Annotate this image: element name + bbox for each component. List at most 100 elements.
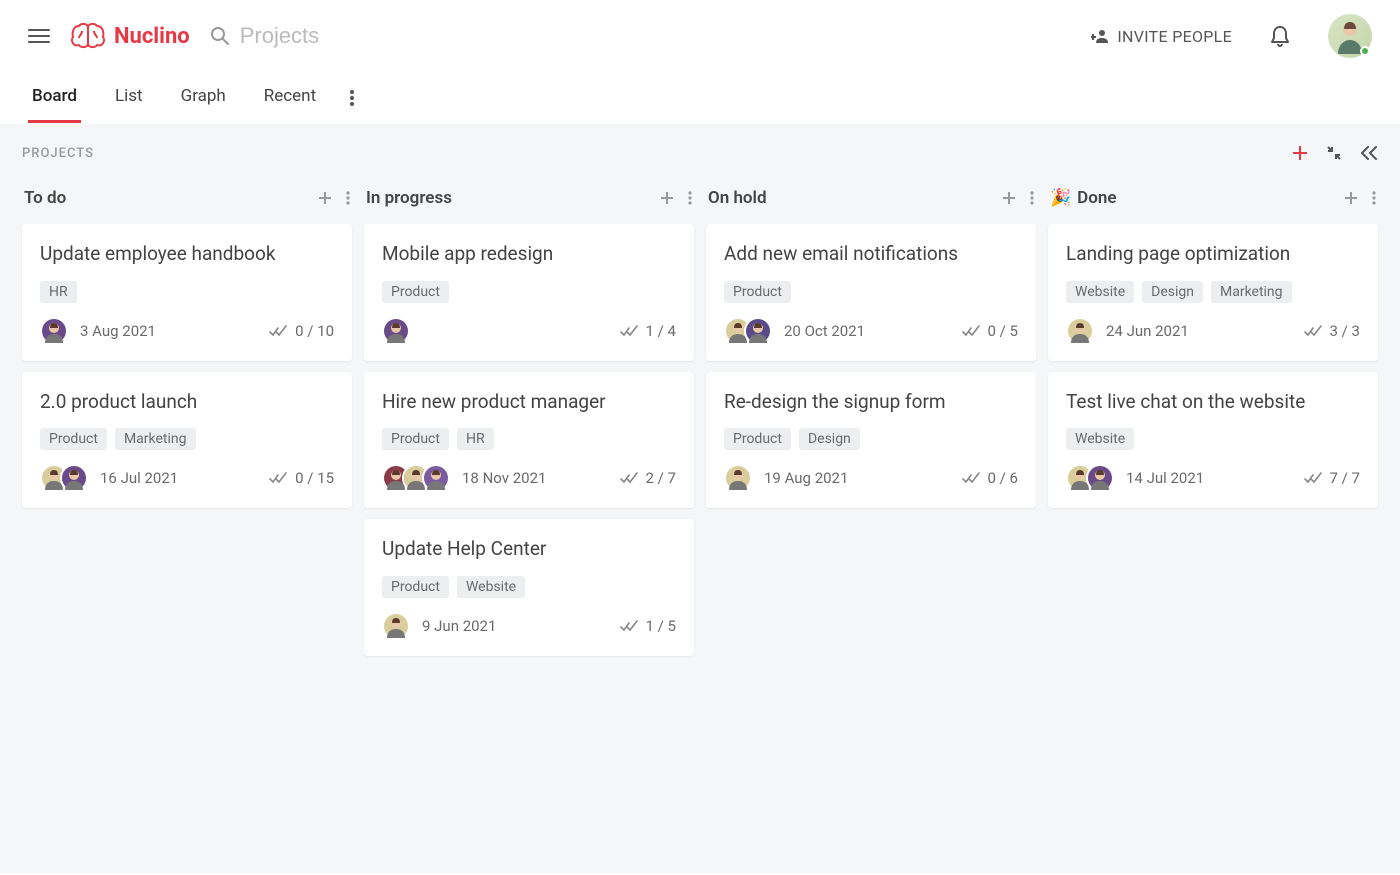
search-icon	[210, 26, 230, 46]
card[interactable]: Hire new product manager ProductHR 18 No…	[364, 372, 694, 509]
column-emoji-icon: 🎉	[1050, 188, 1071, 208]
progress-text: 7 / 7	[1330, 469, 1361, 487]
checklist-icon	[620, 472, 638, 484]
tab-list[interactable]: List	[111, 72, 147, 123]
card[interactable]: Re-design the signup form ProductDesign …	[706, 372, 1036, 509]
tab-graph[interactable]: Graph	[177, 72, 230, 123]
checklist-icon	[620, 620, 638, 632]
avatar	[40, 317, 68, 345]
column-actions	[660, 191, 692, 205]
tab-more-icon[interactable]	[350, 90, 354, 106]
card-date: 24 Jun 2021	[1106, 322, 1189, 340]
avatar	[382, 317, 410, 345]
checklist-icon	[1304, 325, 1322, 337]
column-actions	[318, 191, 350, 205]
tag: HR	[457, 428, 494, 450]
tag: Product	[40, 428, 107, 450]
brand-logo[interactable]: Nuclino	[70, 23, 190, 49]
add-card-icon[interactable]	[1002, 191, 1016, 205]
card-meta: 16 Jul 2021	[40, 464, 178, 492]
card[interactable]: Update Help Center ProductWebsite 9 Jun …	[364, 519, 694, 656]
card-meta: 14 Jul 2021	[1066, 464, 1204, 492]
progress-text: 1 / 5	[646, 617, 677, 635]
avatar	[60, 464, 88, 492]
board-title: PROJECTS	[22, 146, 94, 161]
checklist-icon	[269, 472, 287, 484]
column-title-text: Done	[1077, 188, 1116, 208]
collapse-icon[interactable]	[1326, 145, 1342, 161]
card-title: Landing page optimization	[1066, 242, 1360, 267]
checklist-icon	[962, 472, 980, 484]
tag: Product	[382, 428, 449, 450]
tag: Marketing	[115, 428, 196, 450]
column-header: On hold	[706, 182, 1036, 214]
search-input[interactable]	[240, 23, 500, 49]
tab-recent[interactable]: Recent	[260, 72, 320, 123]
profile-avatar[interactable]	[1328, 14, 1372, 58]
column-more-icon[interactable]	[1030, 191, 1034, 205]
tag: Product	[382, 576, 449, 598]
column-title: On hold	[708, 188, 767, 208]
card-title: 2.0 product launch	[40, 390, 334, 415]
card-date: 16 Jul 2021	[100, 469, 178, 487]
invite-people-button[interactable]: INVITE PEOPLE	[1091, 27, 1232, 46]
add-card-icon[interactable]	[318, 191, 332, 205]
card-title: Mobile app redesign	[382, 242, 676, 267]
menu-icon[interactable]	[28, 29, 50, 43]
search[interactable]	[210, 23, 500, 49]
column-header: In progress	[364, 182, 694, 214]
tag: Product	[382, 281, 449, 303]
notifications-icon[interactable]	[1270, 25, 1290, 47]
card-progress: 1 / 4	[620, 322, 677, 340]
card-footer: 19 Aug 2021 0 / 6	[724, 464, 1018, 492]
status-online-icon	[1360, 46, 1370, 56]
card-footer: 24 Jun 2021 3 / 3	[1066, 317, 1360, 345]
add-card-icon[interactable]	[660, 191, 674, 205]
board-header: PROJECTS	[22, 138, 1378, 168]
card[interactable]: Add new email notifications Product 20 O…	[706, 224, 1036, 361]
column: 🎉 Done Landing page optimization Website…	[1048, 182, 1378, 667]
card-progress: 0 / 6	[962, 469, 1019, 487]
hide-sidebar-icon[interactable]	[1360, 146, 1378, 160]
column-more-icon[interactable]	[688, 191, 692, 205]
avatar-stack	[1066, 464, 1114, 492]
topbar: Nuclino INVITE PEOPLE	[0, 0, 1400, 72]
avatar	[1066, 317, 1094, 345]
card[interactable]: 2.0 product launch Product Marketing 16 J…	[22, 372, 352, 509]
card-meta: 3 Aug 2021	[40, 317, 156, 345]
card-date: 18 Nov 2021	[462, 469, 546, 487]
card-date: 3 Aug 2021	[80, 322, 156, 340]
card[interactable]: Update employee handbook HR 3 Aug 2021 0…	[22, 224, 352, 361]
add-column-icon[interactable]	[1292, 145, 1308, 161]
card-progress: 0 / 5	[962, 322, 1019, 340]
card-progress: 3 / 3	[1304, 322, 1361, 340]
tag: Design	[799, 428, 860, 450]
card[interactable]: Landing page optimization WebsiteDesignM…	[1048, 224, 1378, 361]
card-meta: 20 Oct 2021	[724, 317, 865, 345]
brand-name: Nuclino	[114, 24, 190, 49]
add-card-icon[interactable]	[1344, 191, 1358, 205]
card-meta	[382, 317, 410, 345]
column-title-text: In progress	[366, 188, 452, 208]
card-meta: 24 Jun 2021	[1066, 317, 1189, 345]
column: In progress Mobile app redesign Product …	[364, 182, 694, 667]
column-more-icon[interactable]	[346, 191, 350, 205]
progress-text: 0 / 15	[295, 469, 334, 487]
column-header: To do	[22, 182, 352, 214]
checklist-icon	[962, 325, 980, 337]
card-footer: 14 Jul 2021 7 / 7	[1066, 464, 1360, 492]
card-title: Update employee handbook	[40, 242, 334, 267]
column-title: 🎉 Done	[1050, 188, 1117, 208]
card-tags: ProductWebsite	[382, 576, 676, 598]
tag: Website	[1066, 281, 1134, 303]
card-meta: 19 Aug 2021	[724, 464, 848, 492]
progress-text: 0 / 10	[295, 322, 334, 340]
tab-board[interactable]: Board	[28, 72, 81, 123]
card[interactable]: Test live chat on the website Website 14…	[1048, 372, 1378, 509]
column-more-icon[interactable]	[1372, 191, 1376, 205]
card-progress: 2 / 7	[620, 469, 677, 487]
progress-text: 2 / 7	[646, 469, 677, 487]
card[interactable]: Mobile app redesign Product 1 / 4	[364, 224, 694, 361]
column-actions	[1002, 191, 1034, 205]
avatar-stack	[382, 464, 450, 492]
